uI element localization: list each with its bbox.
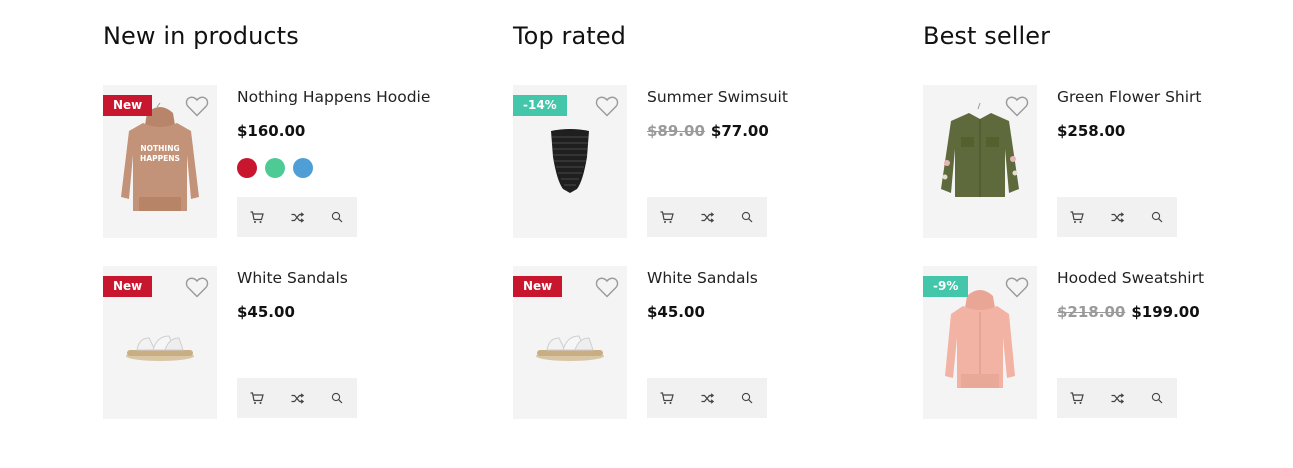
color-swatch[interactable]	[237, 158, 257, 178]
product-name[interactable]: White Sandals	[237, 269, 348, 287]
color-swatch[interactable]	[265, 158, 285, 178]
product-name[interactable]: Green Flower Shirt	[1057, 88, 1202, 106]
new-badge: New	[103, 95, 153, 116]
heart-icon[interactable]	[1005, 276, 1029, 298]
discount-badge: -14%	[513, 95, 567, 116]
product-image[interactable]: New	[103, 266, 217, 419]
discount-badge: -9%	[923, 276, 969, 297]
search-icon[interactable]	[727, 197, 767, 237]
section-title: Best seller	[923, 22, 1051, 50]
search-icon[interactable]	[1137, 378, 1177, 418]
product-actions	[1057, 197, 1177, 237]
shuffle-icon[interactable]	[687, 197, 727, 237]
heart-icon[interactable]	[185, 95, 209, 117]
color-swatch[interactable]	[293, 158, 313, 178]
product-card: New White Sandals $45.00	[103, 266, 503, 419]
search-icon[interactable]	[1137, 197, 1177, 237]
product-name[interactable]: White Sandals	[647, 269, 758, 287]
search-icon[interactable]	[317, 378, 357, 418]
heart-icon[interactable]	[595, 95, 619, 117]
heart-icon[interactable]	[1005, 95, 1029, 117]
product-image[interactable]	[923, 85, 1037, 238]
current-price: $45.00	[647, 303, 705, 321]
product-price: $218.00 $199.00	[1057, 303, 1200, 321]
product-image[interactable]: NOTHING HAPPENS New	[103, 85, 217, 238]
svg-text:HAPPENS: HAPPENS	[140, 154, 180, 163]
cart-icon[interactable]	[237, 378, 277, 418]
product-image[interactable]: -9%	[923, 266, 1037, 419]
old-price: $89.00	[647, 122, 705, 140]
current-price: $77.00	[710, 122, 769, 140]
heart-icon[interactable]	[595, 276, 619, 298]
product-actions	[237, 378, 357, 418]
search-icon[interactable]	[727, 378, 767, 418]
svg-text:NOTHING: NOTHING	[140, 144, 179, 153]
cart-icon[interactable]	[1057, 197, 1097, 237]
product-card: -9% Hooded Sweatshirt $218.00 $199.00	[923, 266, 1293, 419]
old-price: $218.00	[1057, 303, 1126, 321]
section-title: Top rated	[513, 22, 627, 50]
cart-icon[interactable]	[237, 197, 277, 237]
product-name[interactable]: Nothing Happens Hoodie	[237, 88, 430, 106]
product-image[interactable]: -14%	[513, 85, 627, 238]
product-actions	[647, 378, 767, 418]
shuffle-icon[interactable]	[277, 197, 317, 237]
product-card: New White Sandals $45.00	[513, 266, 913, 419]
product-actions	[647, 197, 767, 237]
heart-icon[interactable]	[185, 276, 209, 298]
product-name[interactable]: Summer Swimsuit	[647, 88, 788, 106]
current-price: $258.00	[1057, 122, 1126, 140]
shuffle-icon[interactable]	[687, 378, 727, 418]
shuffle-icon[interactable]	[277, 378, 317, 418]
product-card: NOTHING HAPPENS New Nothing Happens Hoodie $…	[103, 85, 503, 238]
new-badge: New	[103, 276, 153, 297]
cart-icon[interactable]	[647, 378, 687, 418]
product-price: $89.00 $77.00	[647, 122, 769, 140]
current-price: $160.00	[237, 122, 306, 140]
product-price: $45.00	[647, 303, 705, 321]
product-name[interactable]: Hooded Sweatshirt	[1057, 269, 1204, 287]
current-price: $199.00	[1131, 303, 1200, 321]
product-card: Green Flower Shirt $258.00	[923, 85, 1293, 238]
product-price: $45.00	[237, 303, 295, 321]
section-title: New in products	[103, 22, 299, 50]
shuffle-icon[interactable]	[1097, 197, 1137, 237]
product-price: $258.00	[1057, 122, 1125, 140]
shuffle-icon[interactable]	[1097, 378, 1137, 418]
cart-icon[interactable]	[1057, 378, 1097, 418]
search-icon[interactable]	[317, 197, 357, 237]
new-badge: New	[513, 276, 563, 297]
color-swatches	[237, 158, 313, 178]
product-card: -14% Summer Swimsuit $89.00 $77.00	[513, 85, 913, 238]
product-actions	[237, 197, 357, 237]
product-actions	[1057, 378, 1177, 418]
cart-icon[interactable]	[647, 197, 687, 237]
current-price: $45.00	[237, 303, 295, 321]
product-price: $160.00	[237, 122, 305, 140]
product-image[interactable]: New	[513, 266, 627, 419]
